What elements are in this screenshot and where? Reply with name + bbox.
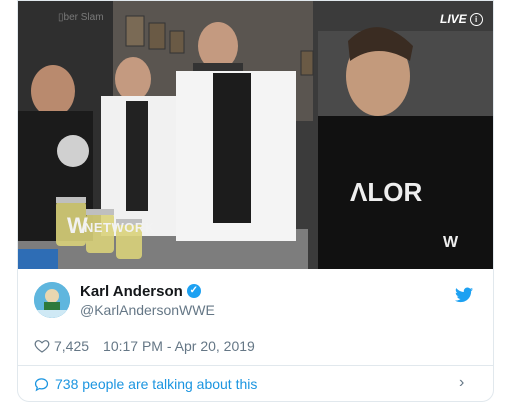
svg-text:ΛLOR: ΛLOR (350, 177, 422, 207)
video-watermark: ▯ber Slam (58, 12, 104, 23)
conversation-link[interactable]: 738 people are talking about this (34, 376, 257, 392)
tweet-meta: 7,425 10:17 PM - Apr 20, 2019 (34, 338, 255, 354)
chevron-right-icon[interactable]: › (459, 374, 464, 392)
avatar[interactable] (34, 282, 70, 318)
tweet-media-video[interactable]: ΛLOR ▯ber Slam LIVE i W NETWORK W (18, 1, 493, 269)
tweet-card: ΛLOR ▯ber Slam LIVE i W NETWORK W Karl A… (17, 0, 494, 402)
wwe-corner-logo-icon: W (443, 234, 459, 251)
live-badge: LIVE i (440, 12, 483, 26)
like-count[interactable]: 7,425 (54, 338, 89, 354)
info-icon[interactable]: i (469, 12, 483, 26)
twitter-bird-icon[interactable] (455, 287, 473, 303)
tweet-timestamp[interactable]: 10:17 PM - Apr 20, 2019 (103, 338, 255, 354)
author-display-name[interactable]: Karl Anderson ✓ (80, 283, 215, 300)
network-label: NETWORK (84, 220, 155, 235)
author-name-text: Karl Anderson (80, 282, 183, 300)
comment-bubble-icon (34, 377, 49, 391)
verified-badge-icon: ✓ (186, 284, 201, 298)
divider (18, 365, 493, 366)
live-badge-label: LIVE (440, 12, 467, 26)
tweet-author[interactable]: Karl Anderson ✓ @KarlAndersonWWE (34, 282, 215, 318)
author-handle[interactable]: @KarlAndersonWWE (80, 302, 215, 318)
conversation-text: 738 people are talking about this (55, 376, 258, 392)
heart-icon[interactable] (34, 338, 50, 354)
